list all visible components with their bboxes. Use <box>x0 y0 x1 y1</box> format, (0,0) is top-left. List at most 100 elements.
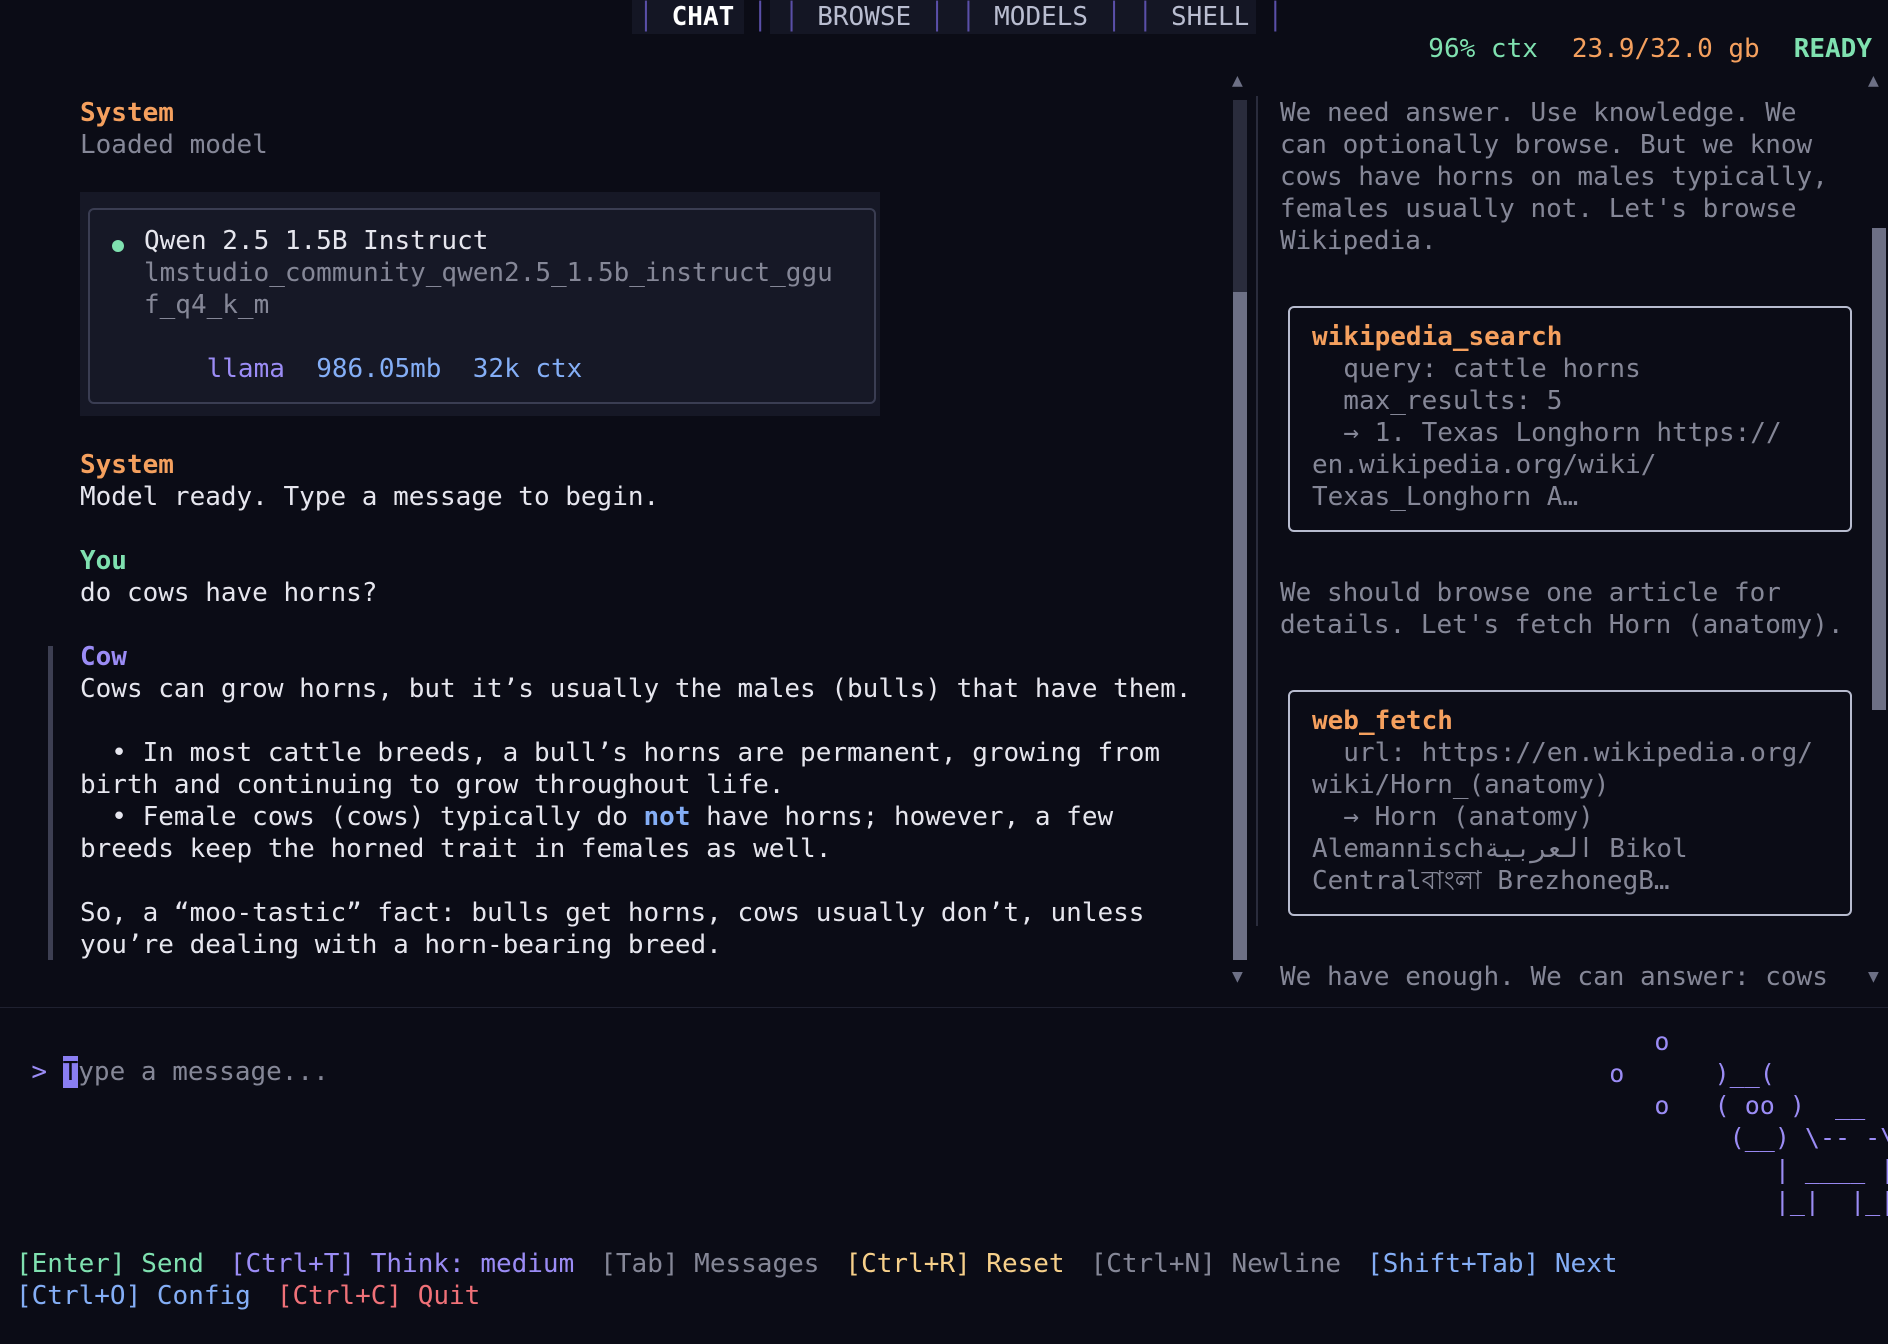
keybinding-key: [Tab] <box>600 1249 679 1279</box>
scroll-up-arrow-icon[interactable]: ▲ <box>1868 70 1879 91</box>
keybinding-key: [Ctrl+T] <box>229 1249 356 1279</box>
keybinding-quit[interactable]: [Ctrl+C] Quit <box>277 1281 481 1311</box>
cow-art-line: o <box>1534 1027 1670 1056</box>
scrollbar-track-fill <box>1233 100 1247 292</box>
keybinding-key: [Ctrl+C] <box>276 1281 403 1311</box>
keybinding-row: [Ctrl+O] Config [Ctrl+C] Quit <box>16 1280 1644 1312</box>
keybinding-action: Reset <box>970 1249 1065 1279</box>
tool-call-line: en.wikipedia.org/wiki/ <box>1312 450 1657 480</box>
tool-call-line: wiki/Horn_(anatomy) <box>1312 770 1610 800</box>
text-cursor: T <box>62 1056 79 1088</box>
prompt-symbol: > <box>31 1057 47 1087</box>
tab-separator: │ │ <box>1106 2 1154 32</box>
scrollbar-thumb-fill <box>1233 292 1247 960</box>
scrollbar-thumb[interactable] <box>1872 228 1886 710</box>
keybinding-config[interactable]: [Ctrl+O] Config <box>16 1281 251 1311</box>
keybinding-action: Config <box>141 1281 251 1311</box>
keybinding-action: Quit <box>402 1281 481 1311</box>
model-meta: llama 986.05mb 32k ctx <box>144 321 583 417</box>
keybinding-action: Next <box>1539 1249 1618 1279</box>
keybinding-next[interactable]: [Shift+Tab] Next <box>1367 1249 1617 1279</box>
reasoning-line: females usually not. Let's browse <box>1280 194 1797 224</box>
memory-usage: 23.9/32.0 gb <box>1571 34 1760 64</box>
tool-call-line: max_results: 5 <box>1312 386 1563 416</box>
keybinding-key: [Ctrl+N] <box>1090 1249 1216 1279</box>
assistant-line: birth and continuing to grow throughout … <box>80 770 785 800</box>
keybinding-send[interactable]: [Enter] Send <box>16 1249 204 1279</box>
model-id-line1: lmstudio_community_qwen2.5_1.5b_instruct… <box>144 258 833 288</box>
assistant-line: • Female cows (cows) typically do not ha… <box>80 801 1113 833</box>
tool-call-line: → 1. Texas Longhorn https:// <box>1312 418 1782 448</box>
tab-models[interactable]: MODELS <box>994 2 1088 32</box>
assistant-text: have horns; however, a few <box>690 802 1114 832</box>
cow-art-line: o ( oo ) __ <box>1534 1091 1866 1120</box>
keybinding-messages[interactable]: [Tab] Messages <box>600 1249 819 1279</box>
context-usage: 96% ctx <box>1428 34 1538 64</box>
assistant-line: • In most cattle breeds, a bull’s horns … <box>80 738 1161 768</box>
reasoning-panel-divider <box>1256 96 1258 926</box>
message-input[interactable]: > Type a message... <box>0 1024 329 1088</box>
model-id-line2: f_q4_k_m <box>144 290 270 320</box>
input-divider <box>0 1007 1888 1008</box>
keybinding-action: Newline <box>1215 1249 1342 1279</box>
system-role-label: System <box>80 450 174 480</box>
keybinding-key: [Ctrl+R] <box>845 1249 971 1279</box>
reasoning-line: can optionally browse. But we know <box>1280 130 1813 160</box>
assistant-role-label: Cow <box>80 642 127 672</box>
reasoning-line: Wikipedia. <box>1280 226 1437 256</box>
model-loaded-dot <box>112 240 124 252</box>
assistant-text: • Female cows (cows) typically do <box>80 802 644 832</box>
scroll-up-arrow-icon[interactable]: ▲ <box>1232 70 1243 91</box>
cow-art-line: (__) \-- -\ <box>1534 1123 1888 1152</box>
system-message: Loaded model <box>80 130 268 160</box>
cow-art-line: | ____ | | <box>1534 1155 1888 1184</box>
cow-art-line: |_| |_| * <box>1534 1187 1888 1216</box>
tab-separator: │ │ <box>929 2 977 32</box>
scrollbar-thumb[interactable] <box>1233 292 1247 960</box>
status-bar: 96% ctx 23.9/32.0 gb READY <box>1428 34 1872 64</box>
tool-call-line: Alemannischالعربية Bikol <box>1312 834 1688 864</box>
tab-shell[interactable]: SHELL <box>1171 2 1249 32</box>
tab-chat[interactable]: CHAT <box>672 2 735 32</box>
tool-call-line: query: cattle horns <box>1312 354 1641 384</box>
cow-ascii-art: o o )__( o ( oo ) __ (__) \-- -\ | ____ … <box>1534 1026 1888 1218</box>
keybinding-key: [Ctrl+O] <box>16 1281 142 1311</box>
keybinding-key: [Shift+Tab] <box>1367 1249 1540 1279</box>
model-name: Qwen 2.5 1.5B Instruct <box>144 226 489 256</box>
model-ctx: 32k ctx <box>472 354 583 384</box>
user-role-label: You <box>80 546 127 576</box>
user-message: do cows have horns? <box>80 578 378 608</box>
keybinding-think-medium[interactable]: [Ctrl+T] Think: medium <box>230 1249 574 1279</box>
tool-call-line: Centralবাংলা BrezhonegB… <box>1312 866 1670 896</box>
keybinding-reset[interactable]: [Ctrl+R] Reset <box>845 1249 1064 1279</box>
reasoning-line: We should browse one article for <box>1280 578 1781 608</box>
tool-call-line: url: https://en.wikipedia.org/ <box>1312 738 1813 768</box>
keybinding-footer: [Enter] Send [Ctrl+T] Think: medium [Tab] … <box>16 1248 1644 1312</box>
scroll-down-arrow-icon[interactable]: ▼ <box>1232 966 1243 987</box>
assistant-line: breeds keep the horned trait in females … <box>80 834 832 864</box>
tool-call-name: wikipedia_search <box>1312 322 1563 352</box>
keybinding-newline[interactable]: [Ctrl+N] Newline <box>1091 1249 1341 1279</box>
tab-browse[interactable]: BROWSE <box>817 2 911 32</box>
tool-call-line: → Horn (anatomy) <box>1312 802 1594 832</box>
scrollbar-track <box>1233 100 1247 292</box>
reasoning-line: cows have horns on males typically, <box>1280 162 1828 192</box>
model-arch: llama <box>206 354 285 384</box>
scrollbar-thumb-fill <box>1872 228 1886 710</box>
system-role-label: System <box>80 98 174 128</box>
tool-call-name: web_fetch <box>1312 706 1453 736</box>
ready-status: READY <box>1793 34 1872 64</box>
scroll-down-arrow-icon[interactable]: ▼ <box>1868 966 1879 987</box>
assistant-line: you’re dealing with a horn-bearing breed… <box>80 930 722 960</box>
tool-call-line: Texas_Longhorn A… <box>1312 482 1579 512</box>
keybinding-key: [Enter] <box>16 1249 126 1279</box>
keybinding-action: Messages <box>678 1249 820 1279</box>
assistant-emphasis: not <box>643 802 691 832</box>
keybinding-action: Think: medium <box>355 1249 575 1279</box>
tab-separator: │ <box>638 2 654 32</box>
keybinding-action: Send <box>125 1249 204 1279</box>
assistant-line: Cows can grow horns, but it’s usually th… <box>80 674 1192 704</box>
reasoning-line: We need answer. Use knowledge. We <box>1280 98 1797 128</box>
assistant-line: So, a “moo-tastic” fact: bulls get horns… <box>80 898 1145 928</box>
reasoning-line: details. Let's fetch Horn (anatomy). <box>1280 610 1844 640</box>
